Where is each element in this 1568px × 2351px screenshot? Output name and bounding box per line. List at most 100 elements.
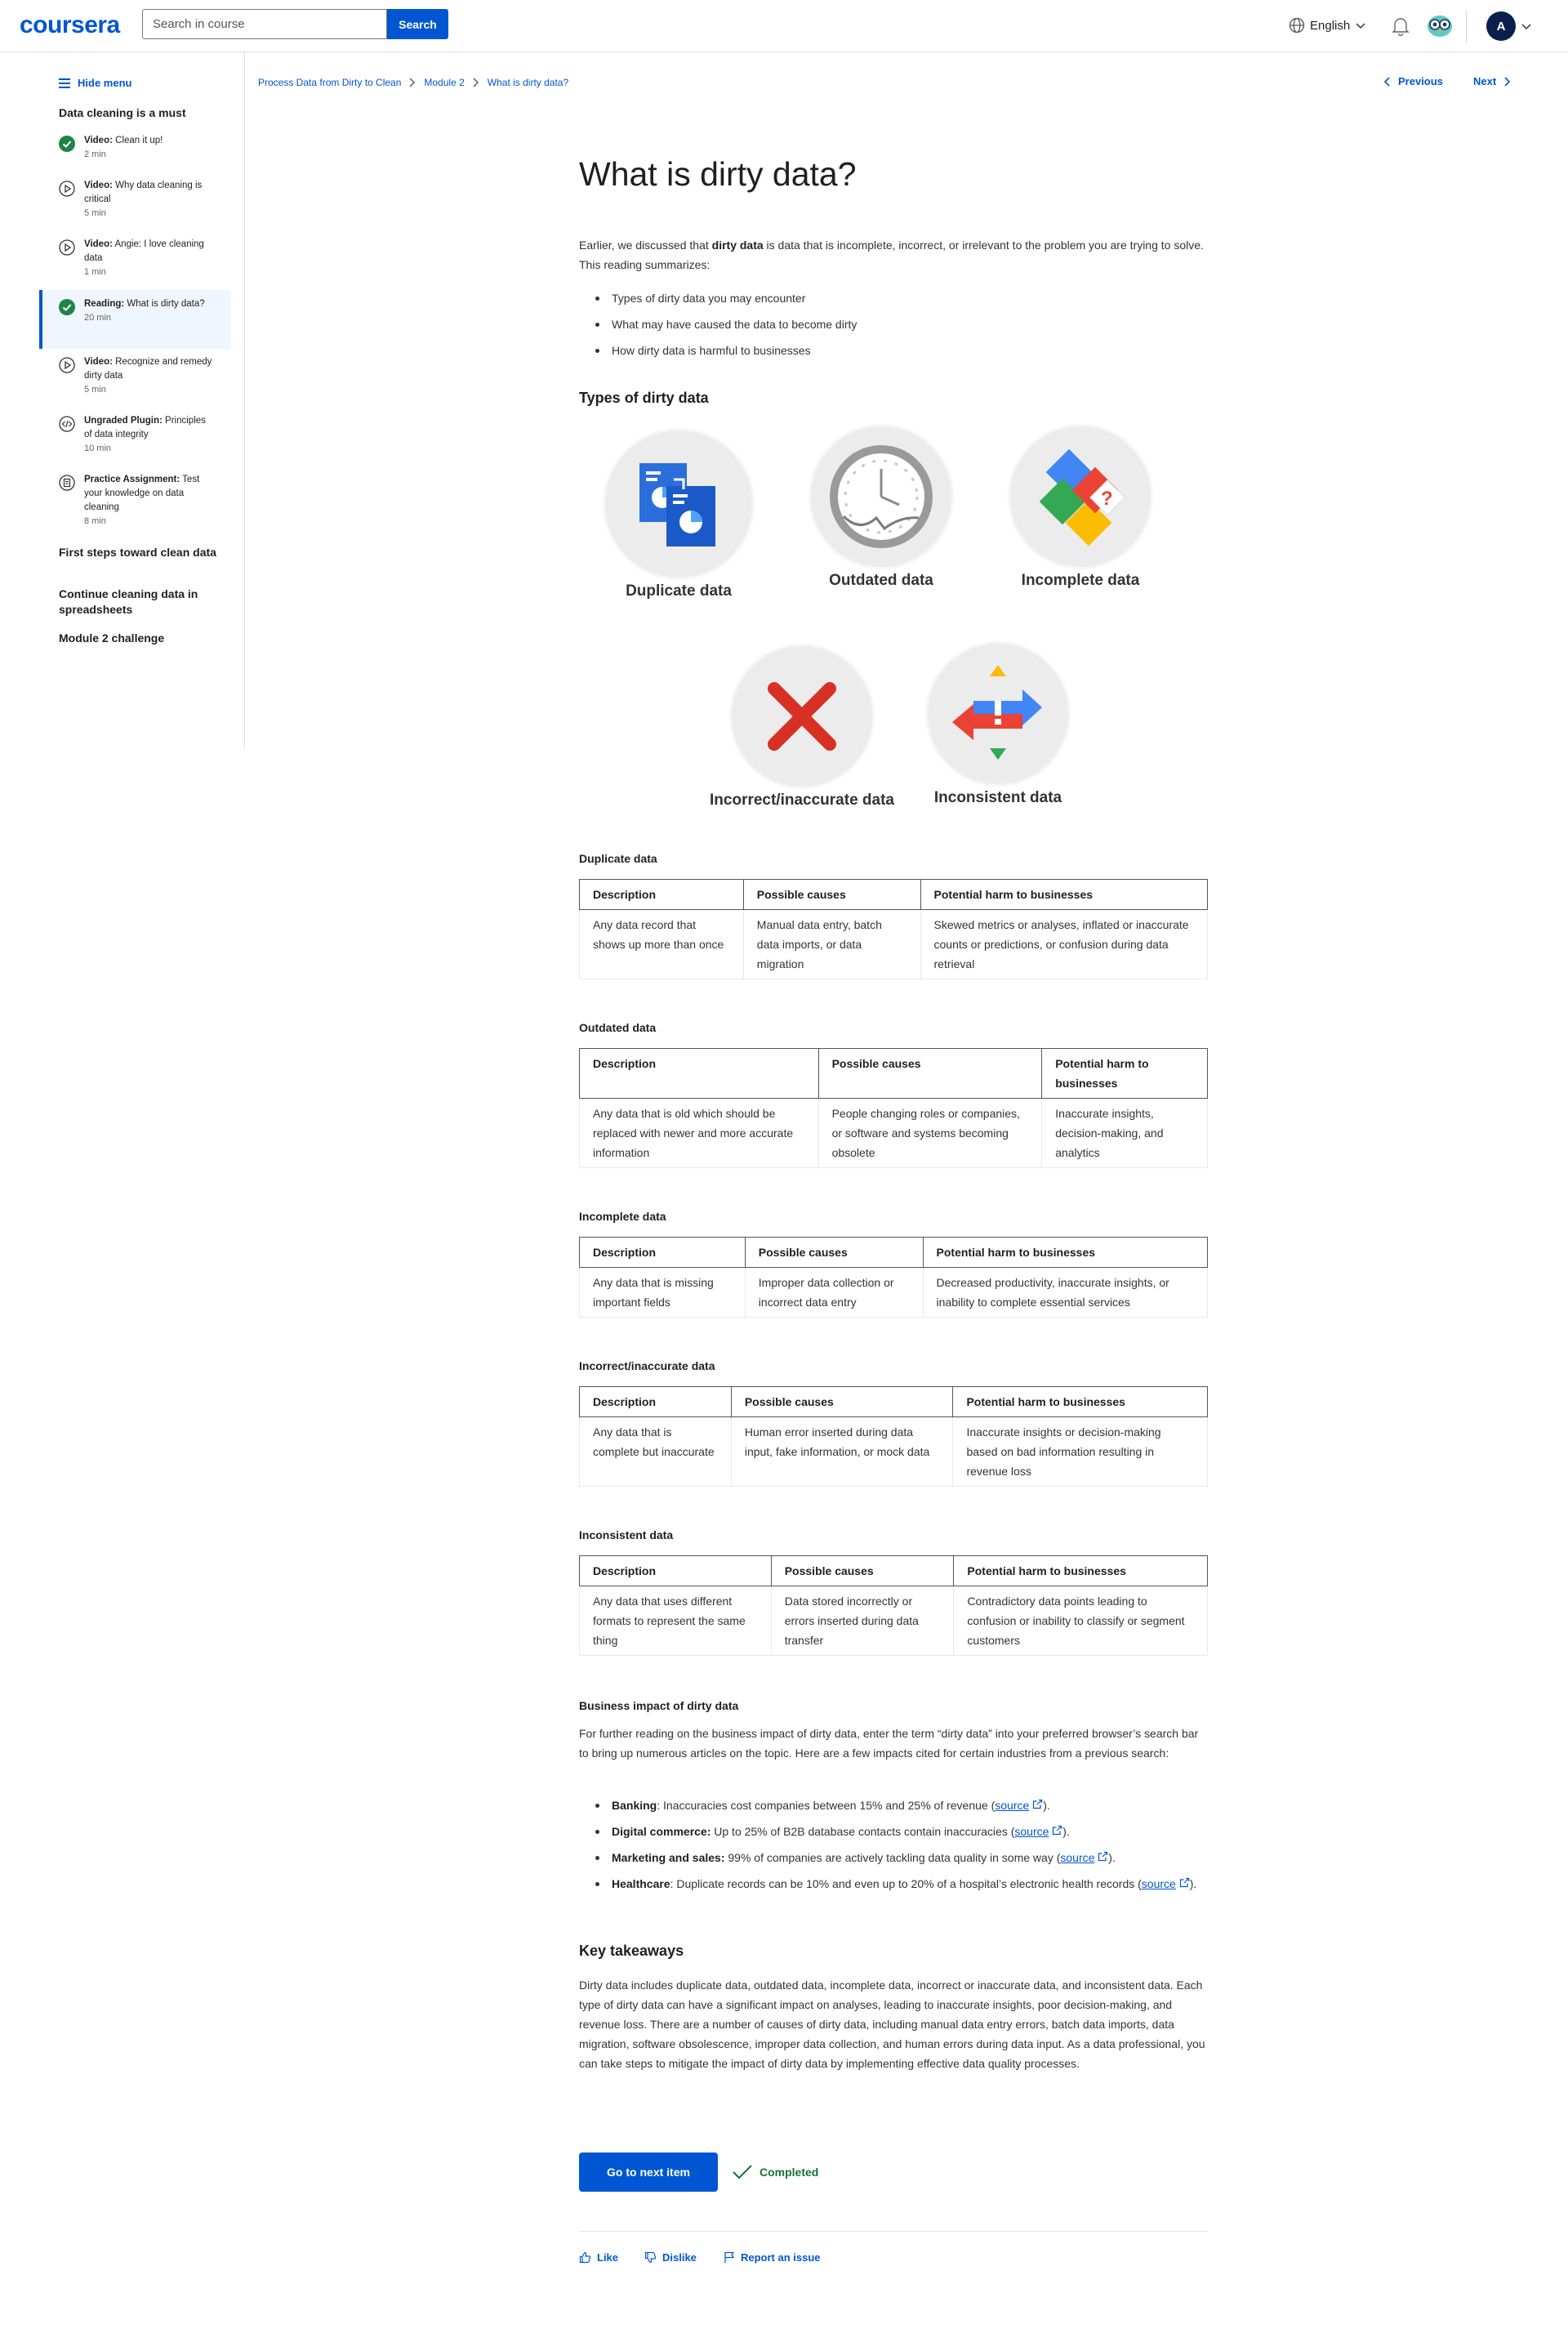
column-header: Possible causes: [730, 1386, 954, 1417]
item-duration: 2 min: [84, 149, 106, 159]
column-header: Potential harm to businesses: [922, 1237, 1209, 1268]
report-label: Report an issue: [741, 2251, 821, 2264]
illustration-circle: [732, 646, 872, 787]
table-cell: Improper data collection or incorrect da…: [744, 1267, 924, 1318]
column-header: Possible causes: [744, 1237, 924, 1268]
completed-status: Completed: [732, 2163, 818, 2181]
svg-text:?: ?: [1101, 488, 1113, 510]
intro-bold-term: dirty data: [711, 239, 764, 252]
table-cell: People changing roles or companies, or s…: [817, 1098, 1043, 1168]
table-cell: Any data that is complete but inaccurate: [579, 1416, 732, 1487]
intro-text: Earlier, we discussed that: [579, 239, 712, 252]
item-duration: 5 min: [84, 385, 106, 395]
module-section-title[interactable]: Data cleaning is a must: [59, 106, 186, 119]
table-row: Any data record that shows up more than …: [579, 909, 1209, 979]
column-header: Possible causes: [742, 879, 921, 910]
like-button[interactable]: Like: [579, 2251, 618, 2264]
table-title: Incomplete data: [579, 1210, 666, 1223]
language-selector[interactable]: English: [1289, 17, 1366, 33]
business-impact-heading: Business impact of dirty data: [579, 1699, 739, 1712]
owl-icon: [1428, 16, 1452, 37]
hide-menu-button[interactable]: Hide menu: [59, 77, 131, 89]
sidebar-item-angie[interactable]: Video: Angie: I love cleaning data 1 min: [39, 238, 231, 279]
item-duration: 1 min: [84, 267, 106, 277]
chevron-down-icon[interactable]: [1521, 21, 1532, 33]
source-link[interactable]: source: [1014, 1825, 1049, 1838]
sidebar-section-first-steps[interactable]: First steps toward clean data: [59, 545, 230, 560]
breadcrumb-module[interactable]: Module 2: [424, 77, 464, 88]
source-link[interactable]: source: [1142, 1877, 1176, 1890]
column-header: Possible causes: [817, 1048, 1043, 1099]
globe-icon: [1289, 17, 1305, 33]
list-item: Digital commerce: Up to 25% of B2B datab…: [579, 1822, 1208, 1841]
checkmark-icon: [733, 2165, 752, 2179]
sidebar-item-clean-it-up[interactable]: Video: Clean it up! 2 min: [39, 134, 231, 162]
sidebar-item-why-data-cleaning[interactable]: Video: Why data cleaning is critical 5 m…: [39, 179, 231, 221]
table-header-row: Description Possible causes Potential ha…: [579, 1555, 1208, 1586]
breadcrumb-course[interactable]: Process Data from Dirty to Clean: [258, 77, 401, 88]
incorrect-data-illustration: Incorrect/inaccurate data: [708, 646, 896, 810]
sidebar-item-what-is-dirty-data[interactable]: Reading: What is dirty data? 20 min: [39, 290, 231, 349]
column-header: Description: [579, 1048, 819, 1099]
sidebar-item-practice-assignment[interactable]: Practice Assignment: Test your knowledge…: [39, 473, 231, 529]
search-button[interactable]: Search: [387, 9, 448, 39]
sidebar-item-data-integrity[interactable]: Ungraded Plugin: Principles of data inte…: [39, 414, 231, 456]
impact-end: ).: [1108, 1851, 1116, 1864]
breadcrumb-current[interactable]: What is dirty data?: [488, 77, 568, 88]
video-play-icon: [59, 357, 75, 373]
item-type: Ungraded Plugin:: [84, 416, 163, 426]
external-link-icon: [1098, 1851, 1108, 1862]
notifications-button[interactable]: [1392, 16, 1410, 40]
report-issue-button[interactable]: Report an issue: [724, 2251, 821, 2264]
sidebar-item-recognize-remedy[interactable]: Video: Recognize and remedy dirty data 5…: [39, 355, 231, 397]
coach-button[interactable]: [1426, 13, 1454, 42]
types-heading: Types of dirty data: [579, 390, 709, 406]
item-type: Video:: [84, 357, 113, 367]
table-row: Any data that is old which should be rep…: [579, 1098, 1208, 1168]
table-cell: Inaccurate insights, decision-making, an…: [1041, 1098, 1208, 1168]
video-play-icon: [59, 181, 75, 197]
hide-menu-label: Hide menu: [78, 77, 132, 89]
dislike-button[interactable]: Dislike: [644, 2251, 697, 2264]
source-link[interactable]: source: [1060, 1851, 1094, 1864]
outdated-data-table: Description Possible causes Potential ha…: [579, 1048, 1208, 1168]
item-type: Reading:: [84, 299, 125, 309]
source-link[interactable]: source: [995, 1799, 1029, 1812]
go-to-next-item-button[interactable]: Go to next item: [579, 2152, 718, 2192]
table-title: Incorrect/inaccurate data: [579, 1359, 715, 1372]
illustration-label: Incorrect/inaccurate data: [710, 792, 894, 809]
sidebar-section-module-challenge[interactable]: Module 2 challenge: [59, 631, 230, 646]
flag-icon: [724, 2251, 735, 2263]
completed-label: Completed: [760, 2166, 819, 2179]
column-header: Potential harm to businesses: [952, 1386, 1208, 1417]
table-cell: Human error inserted during data input, …: [730, 1416, 954, 1487]
sidebar-section-continue-cleaning[interactable]: Continue cleaning data in spreadsheets: [59, 587, 230, 618]
coursera-logo[interactable]: coursera: [20, 11, 120, 39]
table-cell: Decreased productivity, inaccurate insig…: [922, 1267, 1209, 1318]
table-cell: Any data that is old which should be rep…: [579, 1098, 819, 1168]
column-header: Potential harm to businesses: [920, 879, 1209, 910]
divider: [579, 2231, 1208, 2232]
outdated-data-illustration: Outdated data: [804, 426, 959, 590]
table-cell: Contradictory data points leading to con…: [953, 1586, 1208, 1656]
item-title: Clean it up!: [115, 136, 163, 145]
column-header: Description: [579, 1555, 772, 1586]
like-label: Like: [597, 2251, 619, 2264]
completed-check-icon: [59, 136, 75, 152]
key-takeaways-heading: Key takeaways: [579, 1943, 684, 1959]
table-cell: Manual data entry, batch data imports, o…: [742, 909, 921, 979]
table-cell: Skewed metrics or analyses, inflated or …: [920, 909, 1209, 979]
next-button[interactable]: Next: [1473, 75, 1511, 87]
list-item: Types of dirty data you may encounter: [579, 288, 1208, 308]
avatar[interactable]: A: [1486, 11, 1516, 41]
column-header: Description: [579, 879, 744, 910]
column-header: Description: [579, 1386, 732, 1417]
chevron-right-icon: [473, 78, 479, 87]
search-input[interactable]: [142, 9, 387, 39]
previous-button[interactable]: Previous: [1383, 75, 1443, 87]
red-x-icon: [768, 682, 836, 751]
header-divider: [1466, 10, 1467, 42]
incomplete-data-illustration: ? Incomplete data: [1003, 426, 1158, 590]
illustration-circle: ?: [1010, 426, 1151, 567]
item-duration: 5 min: [84, 208, 106, 218]
